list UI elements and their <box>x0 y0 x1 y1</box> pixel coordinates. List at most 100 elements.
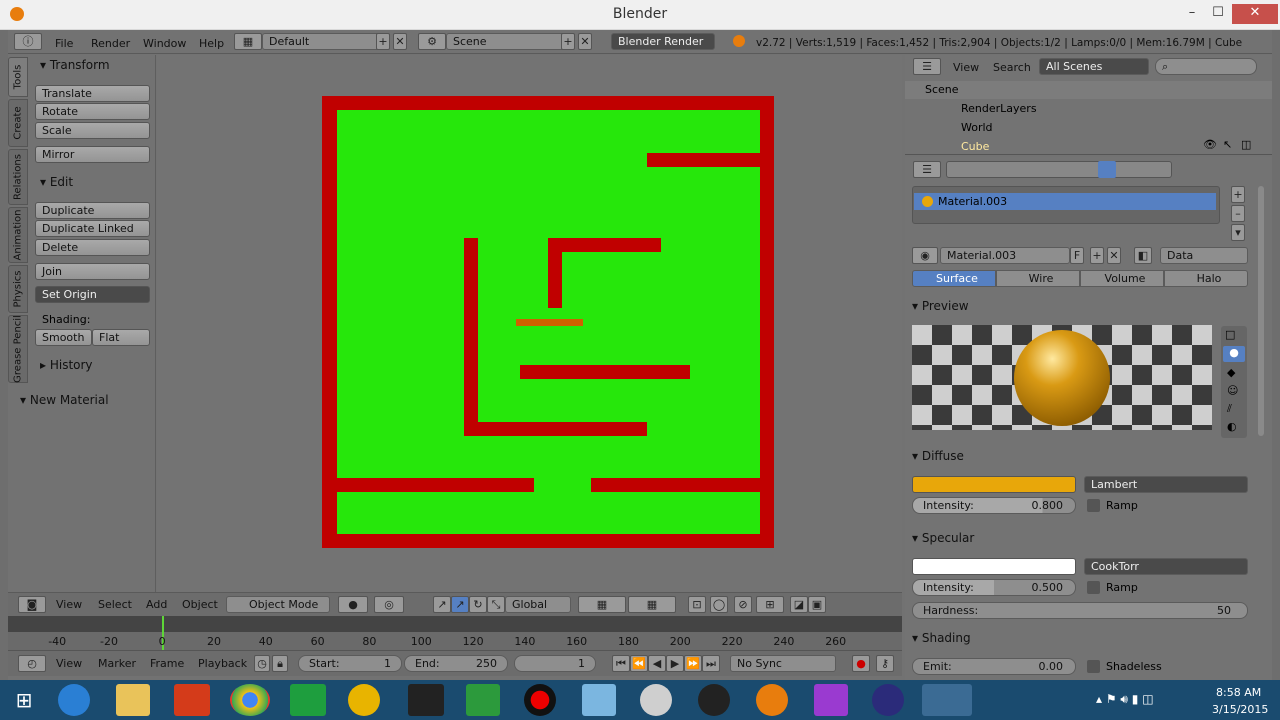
lock-icon[interactable]: ⊡ <box>688 596 706 613</box>
mode-select[interactable]: Object Mode <box>226 596 330 613</box>
remove-screen-icon[interactable]: ✕ <box>393 33 407 50</box>
menu-render[interactable]: Render <box>91 37 130 50</box>
pivot-icon[interactable]: ◎ <box>374 596 404 613</box>
render-icon[interactable]: ◪ <box>790 596 808 613</box>
renderable-icon[interactable]: ◫ <box>1241 138 1251 151</box>
shading-mode-icon[interactable]: ● <box>338 596 368 613</box>
sphere-preview-icon[interactable]: ● <box>1223 346 1245 362</box>
add-scene-icon[interactable]: + <box>561 33 575 50</box>
tab-create[interactable]: Create <box>8 99 28 147</box>
tab-tools[interactable]: Tools <box>8 57 28 97</box>
specular-panel-title[interactable]: ▾ Specular <box>912 531 1250 545</box>
proportional-edit-icon[interactable]: ◯ <box>710 596 728 613</box>
diffuse-color-swatch[interactable] <box>912 476 1076 493</box>
hardness-slider[interactable]: Hardness: 50 <box>912 602 1248 619</box>
end-frame-field[interactable]: End: 250 <box>404 655 508 672</box>
snap-target-icon[interactable]: ⊞ <box>756 596 784 613</box>
shading-panel-title[interactable]: ▾ Shading <box>912 631 1250 645</box>
flat-preview-icon[interactable]: □ <box>1225 328 1235 341</box>
tab-halo[interactable]: Halo <box>1164 270 1248 287</box>
tab-volume[interactable]: Volume <box>1080 270 1164 287</box>
maximize-icon[interactable]: ☐ <box>1206 4 1230 24</box>
material-tab-icon[interactable] <box>1098 161 1116 178</box>
layers-icon[interactable]: ▦ <box>628 596 676 613</box>
visibility-icon[interactable]: 👁︎ <box>1203 138 1217 151</box>
tab-physics[interactable]: Physics <box>8 265 28 313</box>
menu-view[interactable]: View <box>56 598 82 611</box>
scene-field[interactable]: Scene <box>446 33 568 50</box>
unlink-material-icon[interactable]: ✕ <box>1107 247 1121 264</box>
tl-menu-marker[interactable]: Marker <box>98 657 136 670</box>
outliner-item[interactable]: Scene <box>905 81 1272 99</box>
screen-layout-icon[interactable]: ▦ <box>234 33 262 50</box>
store-icon[interactable] <box>290 684 326 716</box>
tab-relations[interactable]: Relations <box>8 149 28 205</box>
lock-range-icon[interactable]: 🔒︎ <box>272 655 288 672</box>
shadeless-checkbox[interactable] <box>1087 660 1100 673</box>
menu-window[interactable]: Window <box>143 37 186 50</box>
timeline-scrub-bar[interactable] <box>8 616 902 632</box>
outliner-item[interactable]: RenderLayers <box>961 102 1037 115</box>
editor-type-icon[interactable]: ◴ <box>18 655 46 672</box>
headphones-icon[interactable] <box>348 684 380 716</box>
snap-icon[interactable]: ⊘ <box>734 596 752 613</box>
diffuse-intensity-slider[interactable]: Intensity: 0.800 <box>912 497 1076 514</box>
scene-filter-select[interactable]: All Scenes <box>1039 58 1149 75</box>
preview-range-icon[interactable]: ◷ <box>254 655 270 672</box>
diffuse-panel-title[interactable]: ▾ Diffuse <box>912 449 1250 463</box>
next-keyframe-icon[interactable]: ⏩ <box>684 655 702 672</box>
chrome-icon[interactable] <box>230 684 270 716</box>
orientation-select[interactable]: Global <box>505 596 571 613</box>
current-frame-field[interactable]: 1 <box>514 655 596 672</box>
new-material-icon[interactable]: + <box>1090 247 1104 264</box>
outliner-item[interactable]: Cube <box>961 140 989 153</box>
set-origin-select[interactable]: Set Origin <box>35 286 150 303</box>
material-browse-icon[interactable]: ◉ <box>912 247 938 264</box>
emit-slider[interactable]: Emit: 0.00 <box>912 658 1076 675</box>
outliner-view[interactable]: View <box>953 61 979 74</box>
material-slot[interactable]: Material.003 <box>914 193 1216 210</box>
rotate-manipulator-icon[interactable]: ↻ <box>469 596 487 613</box>
properties-scrollbar[interactable] <box>1258 186 1264 436</box>
diffuse-ramp-checkbox[interactable] <box>1087 499 1100 512</box>
menu-object[interactable]: Object <box>182 598 218 611</box>
tray-icons[interactable]: ▴ ⚑ 🔊︎ ▮ ◫ <box>1096 692 1154 707</box>
obs-icon[interactable] <box>698 684 730 716</box>
duplicate-linked-button[interactable]: Duplicate Linked <box>35 220 150 237</box>
bird-app-icon[interactable] <box>582 684 616 716</box>
render-anim-icon[interactable]: ▣ <box>808 596 826 613</box>
specular-intensity-slider[interactable]: Intensity: 0.500 <box>912 579 1076 596</box>
outliner-search[interactable]: Search <box>993 61 1031 74</box>
tab-grease-pencil[interactable]: Grease Pencil <box>8 315 28 383</box>
add-slot-icon[interactable]: + <box>1231 186 1245 203</box>
ie-icon[interactable] <box>58 684 90 716</box>
tab-animation[interactable]: Animation <box>8 207 28 263</box>
link-select[interactable]: Data <box>1160 247 1248 264</box>
download-app-icon[interactable] <box>466 684 500 716</box>
menu-file[interactable]: File <box>55 37 73 50</box>
menu-help[interactable]: Help <box>199 37 224 50</box>
specular-ramp-checkbox[interactable] <box>1087 581 1100 594</box>
specular-color-swatch[interactable] <box>912 558 1076 575</box>
cloud-app-icon[interactable] <box>640 684 672 716</box>
monkey-preview-icon[interactable]: ☺ <box>1227 384 1238 397</box>
info-editor-icon[interactable]: ⓘ <box>14 33 42 50</box>
smooth-button[interactable]: Smooth <box>35 329 92 346</box>
menu-select[interactable]: Select <box>98 598 132 611</box>
tab-wire[interactable]: Wire <box>996 270 1080 287</box>
render-engine-select[interactable]: Blender Render <box>611 33 715 50</box>
slot-menu-icon[interactable]: ▾ <box>1231 224 1245 241</box>
rotate-button[interactable]: Rotate <box>35 103 150 120</box>
remove-slot-icon[interactable]: – <box>1231 205 1245 222</box>
record-icon[interactable]: ● <box>852 655 870 672</box>
sky-preview-icon[interactable]: ◐ <box>1227 420 1237 433</box>
tl-menu-playback[interactable]: Playback <box>198 657 247 670</box>
prev-keyframe-icon[interactable]: ⏪ <box>630 655 648 672</box>
select-icon[interactable]: ↖ <box>1223 138 1232 151</box>
jump-end-icon[interactable]: ⏭ <box>702 655 720 672</box>
power-app-icon[interactable] <box>174 684 210 716</box>
record-app-icon[interactable] <box>524 684 556 716</box>
scale-button[interactable]: Scale <box>35 122 150 139</box>
remove-scene-icon[interactable]: ✕ <box>578 33 592 50</box>
diffuse-shader-select[interactable]: Lambert <box>1084 476 1248 493</box>
